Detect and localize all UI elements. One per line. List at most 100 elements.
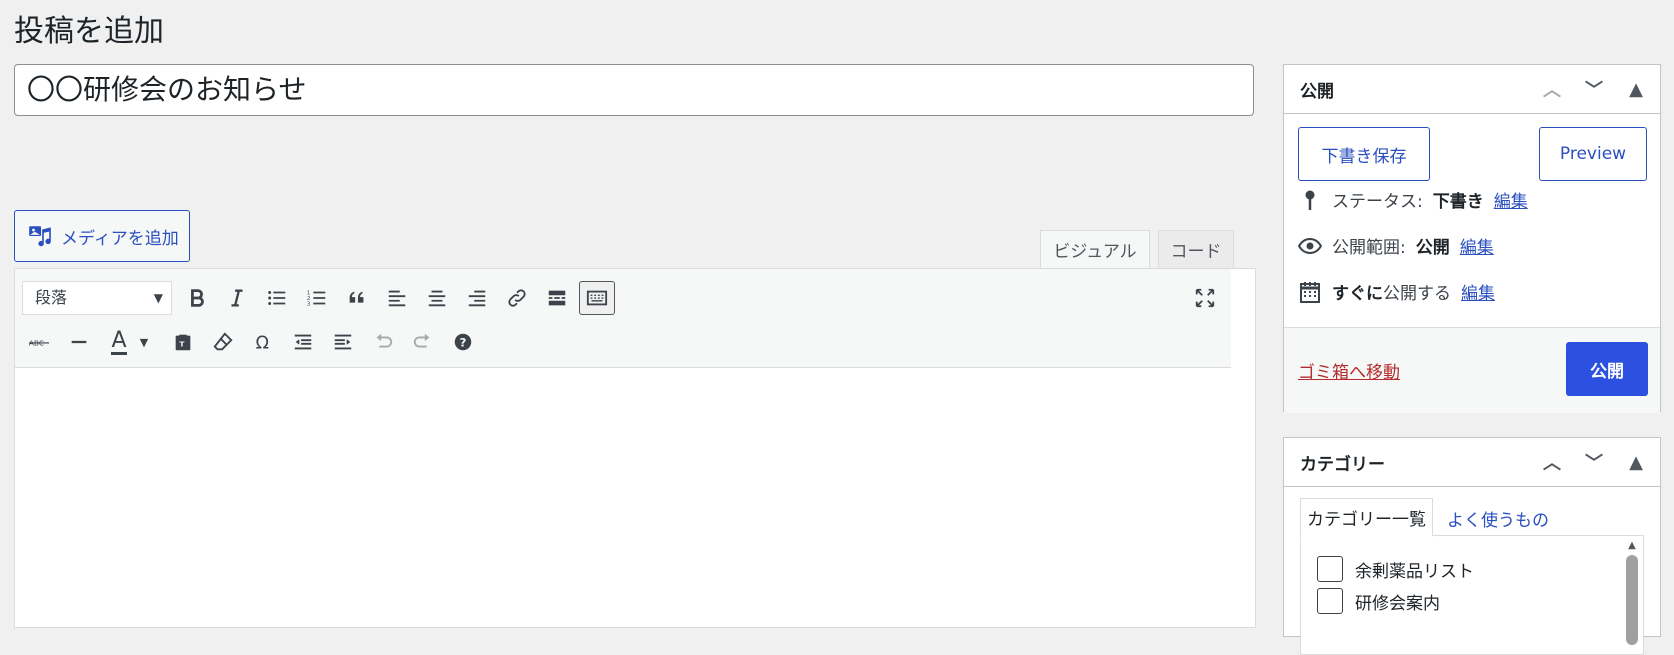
collapse-icon[interactable]: ▲ xyxy=(1622,452,1650,473)
move-down-icon[interactable]: ﹀ xyxy=(1580,76,1608,102)
outdent-button[interactable] xyxy=(285,325,321,359)
scrollbar[interactable]: ▲ xyxy=(1625,540,1639,650)
undo-button[interactable] xyxy=(365,325,401,359)
edit-visibility-link[interactable]: 編集 xyxy=(1460,233,1494,258)
keyboard-icon xyxy=(586,290,608,306)
align-right-icon xyxy=(468,290,486,307)
post-title-input[interactable]: 〇〇研修会のお知らせ xyxy=(14,64,1254,116)
italic-icon xyxy=(231,289,243,307)
schedule-row: すぐに 公開する 編集 xyxy=(1298,279,1495,304)
omega-icon: Ω xyxy=(256,333,269,353)
category-panel: カテゴリー ︿ ﹀ ▲ カテゴリー一覧 よく使うもの 余剰薬品リスト 研修会案内… xyxy=(1283,437,1661,655)
publish-button[interactable]: 公開 xyxy=(1566,342,1648,396)
numbered-list-icon: 123 xyxy=(307,290,326,307)
content-editor[interactable]: 段落 ▼ 123 ABC A ▼ T Ω ? xyxy=(14,268,1256,628)
horizontal-line-icon xyxy=(71,340,87,344)
list-item[interactable]: 研修会案内 xyxy=(1317,588,1440,614)
pin-icon xyxy=(1305,190,1315,210)
page-title: 投稿を追加 xyxy=(14,14,164,49)
quote-icon xyxy=(349,291,364,303)
schedule-label: 公開する xyxy=(1383,284,1451,304)
category-label: 余剰薬品リスト xyxy=(1355,561,1474,582)
clear-formatting-button[interactable] xyxy=(205,325,241,359)
scrollbar-thumb[interactable] xyxy=(1626,555,1638,645)
category-panel-header: カテゴリー ︿ ﹀ ▲ xyxy=(1284,438,1660,487)
strikethrough-button[interactable]: ABC xyxy=(21,325,57,359)
svg-text:?: ? xyxy=(460,336,467,350)
italic-button[interactable] xyxy=(219,281,255,315)
text-color-button[interactable]: A xyxy=(105,325,133,359)
edit-status-link[interactable]: 編集 xyxy=(1494,187,1528,212)
align-right-button[interactable] xyxy=(459,281,495,315)
status-label: ステータス: xyxy=(1332,192,1423,212)
publish-panel-title: 公開 xyxy=(1300,81,1334,102)
preview-button[interactable]: Preview xyxy=(1539,127,1647,181)
format-select-value: 段落 xyxy=(35,288,68,307)
status-value: 下書き xyxy=(1432,192,1484,212)
bullet-list-button[interactable] xyxy=(259,281,295,315)
text-color-letter: A xyxy=(111,327,127,355)
publish-panel-header: 公開 ︿ ﹀ ▲ xyxy=(1284,65,1660,114)
publish-panel: 公開 ︿ ﹀ ▲ 下書き保存 Preview ステータス: 下書き 編集 公開範… xyxy=(1283,64,1661,413)
chevron-down-icon: ▼ xyxy=(153,291,163,305)
editor-toolbar: 段落 ▼ 123 ABC A ▼ T Ω ? xyxy=(15,269,1231,368)
visibility-row: 公開範囲: 公開 編集 xyxy=(1298,233,1494,258)
outdent-icon xyxy=(294,334,312,350)
publish-actions: ゴミ箱へ移動 公開 xyxy=(1284,327,1660,413)
add-media-label: メディアを追加 xyxy=(61,228,179,249)
category-label: 研修会案内 xyxy=(1355,593,1440,614)
calendar-icon xyxy=(1300,281,1320,303)
special-character-button[interactable]: Ω xyxy=(245,325,281,359)
move-up-icon[interactable]: ︿ xyxy=(1538,449,1566,475)
align-center-button[interactable] xyxy=(419,281,455,315)
insert-link-button[interactable] xyxy=(499,281,535,315)
redo-button[interactable] xyxy=(405,325,441,359)
bold-button[interactable] xyxy=(179,281,215,315)
align-left-icon xyxy=(388,290,406,307)
schedule-value: すぐに xyxy=(1332,284,1383,304)
fullscreen-button[interactable] xyxy=(1187,281,1223,315)
save-draft-button[interactable]: 下書き保存 xyxy=(1298,127,1430,181)
add-media-button[interactable]: メディアを追加 xyxy=(14,210,190,262)
read-more-icon xyxy=(548,290,566,306)
help-button[interactable]: ? xyxy=(445,325,481,359)
help-icon: ? xyxy=(454,333,472,351)
category-checkbox[interactable] xyxy=(1317,556,1343,582)
undo-icon xyxy=(376,333,393,348)
bold-icon xyxy=(191,289,204,307)
read-more-button[interactable] xyxy=(539,281,575,315)
list-item[interactable]: 余剰薬品リスト xyxy=(1317,556,1474,582)
tab-all-categories[interactable]: カテゴリー一覧 xyxy=(1300,498,1433,537)
horizontal-line-button[interactable] xyxy=(61,325,97,359)
move-down-icon[interactable]: ﹀ xyxy=(1580,449,1608,475)
edit-schedule-link[interactable]: 編集 xyxy=(1461,279,1495,304)
text-color-dropdown[interactable]: ▼ xyxy=(135,325,153,359)
toolbar-toggle-button[interactable] xyxy=(579,281,615,315)
fullscreen-icon xyxy=(1195,288,1215,308)
numbered-list-button[interactable]: 123 xyxy=(299,281,335,315)
redo-icon xyxy=(413,333,430,348)
collapse-icon[interactable]: ▲ xyxy=(1622,79,1650,100)
svg-text:Ω: Ω xyxy=(256,333,269,353)
indent-button[interactable] xyxy=(325,325,361,359)
category-checkbox[interactable] xyxy=(1317,588,1343,614)
align-center-icon xyxy=(428,290,446,307)
status-row: ステータス: 下書き 編集 xyxy=(1298,187,1528,212)
scroll-up-icon[interactable]: ▲ xyxy=(1625,540,1639,551)
paste-text-button[interactable]: T xyxy=(165,325,201,359)
blockquote-button[interactable] xyxy=(339,281,375,315)
link-icon xyxy=(508,289,526,307)
strikethrough-icon: ABC xyxy=(29,339,50,348)
align-left-button[interactable] xyxy=(379,281,415,315)
tab-most-used[interactable]: よく使うもの xyxy=(1433,500,1563,537)
category-panel-title: カテゴリー xyxy=(1300,454,1385,475)
svg-text:T: T xyxy=(179,340,184,349)
format-select[interactable]: 段落 ▼ xyxy=(22,281,172,315)
tab-visual[interactable]: ビジュアル xyxy=(1040,230,1150,268)
visibility-label: 公開範囲: xyxy=(1332,238,1406,258)
move-to-trash-link[interactable]: ゴミ箱へ移動 xyxy=(1298,358,1400,383)
visibility-value: 公開 xyxy=(1415,238,1450,258)
media-icon xyxy=(29,226,51,247)
tab-code[interactable]: コード xyxy=(1158,230,1234,268)
move-up-icon[interactable]: ︿ xyxy=(1538,76,1566,102)
